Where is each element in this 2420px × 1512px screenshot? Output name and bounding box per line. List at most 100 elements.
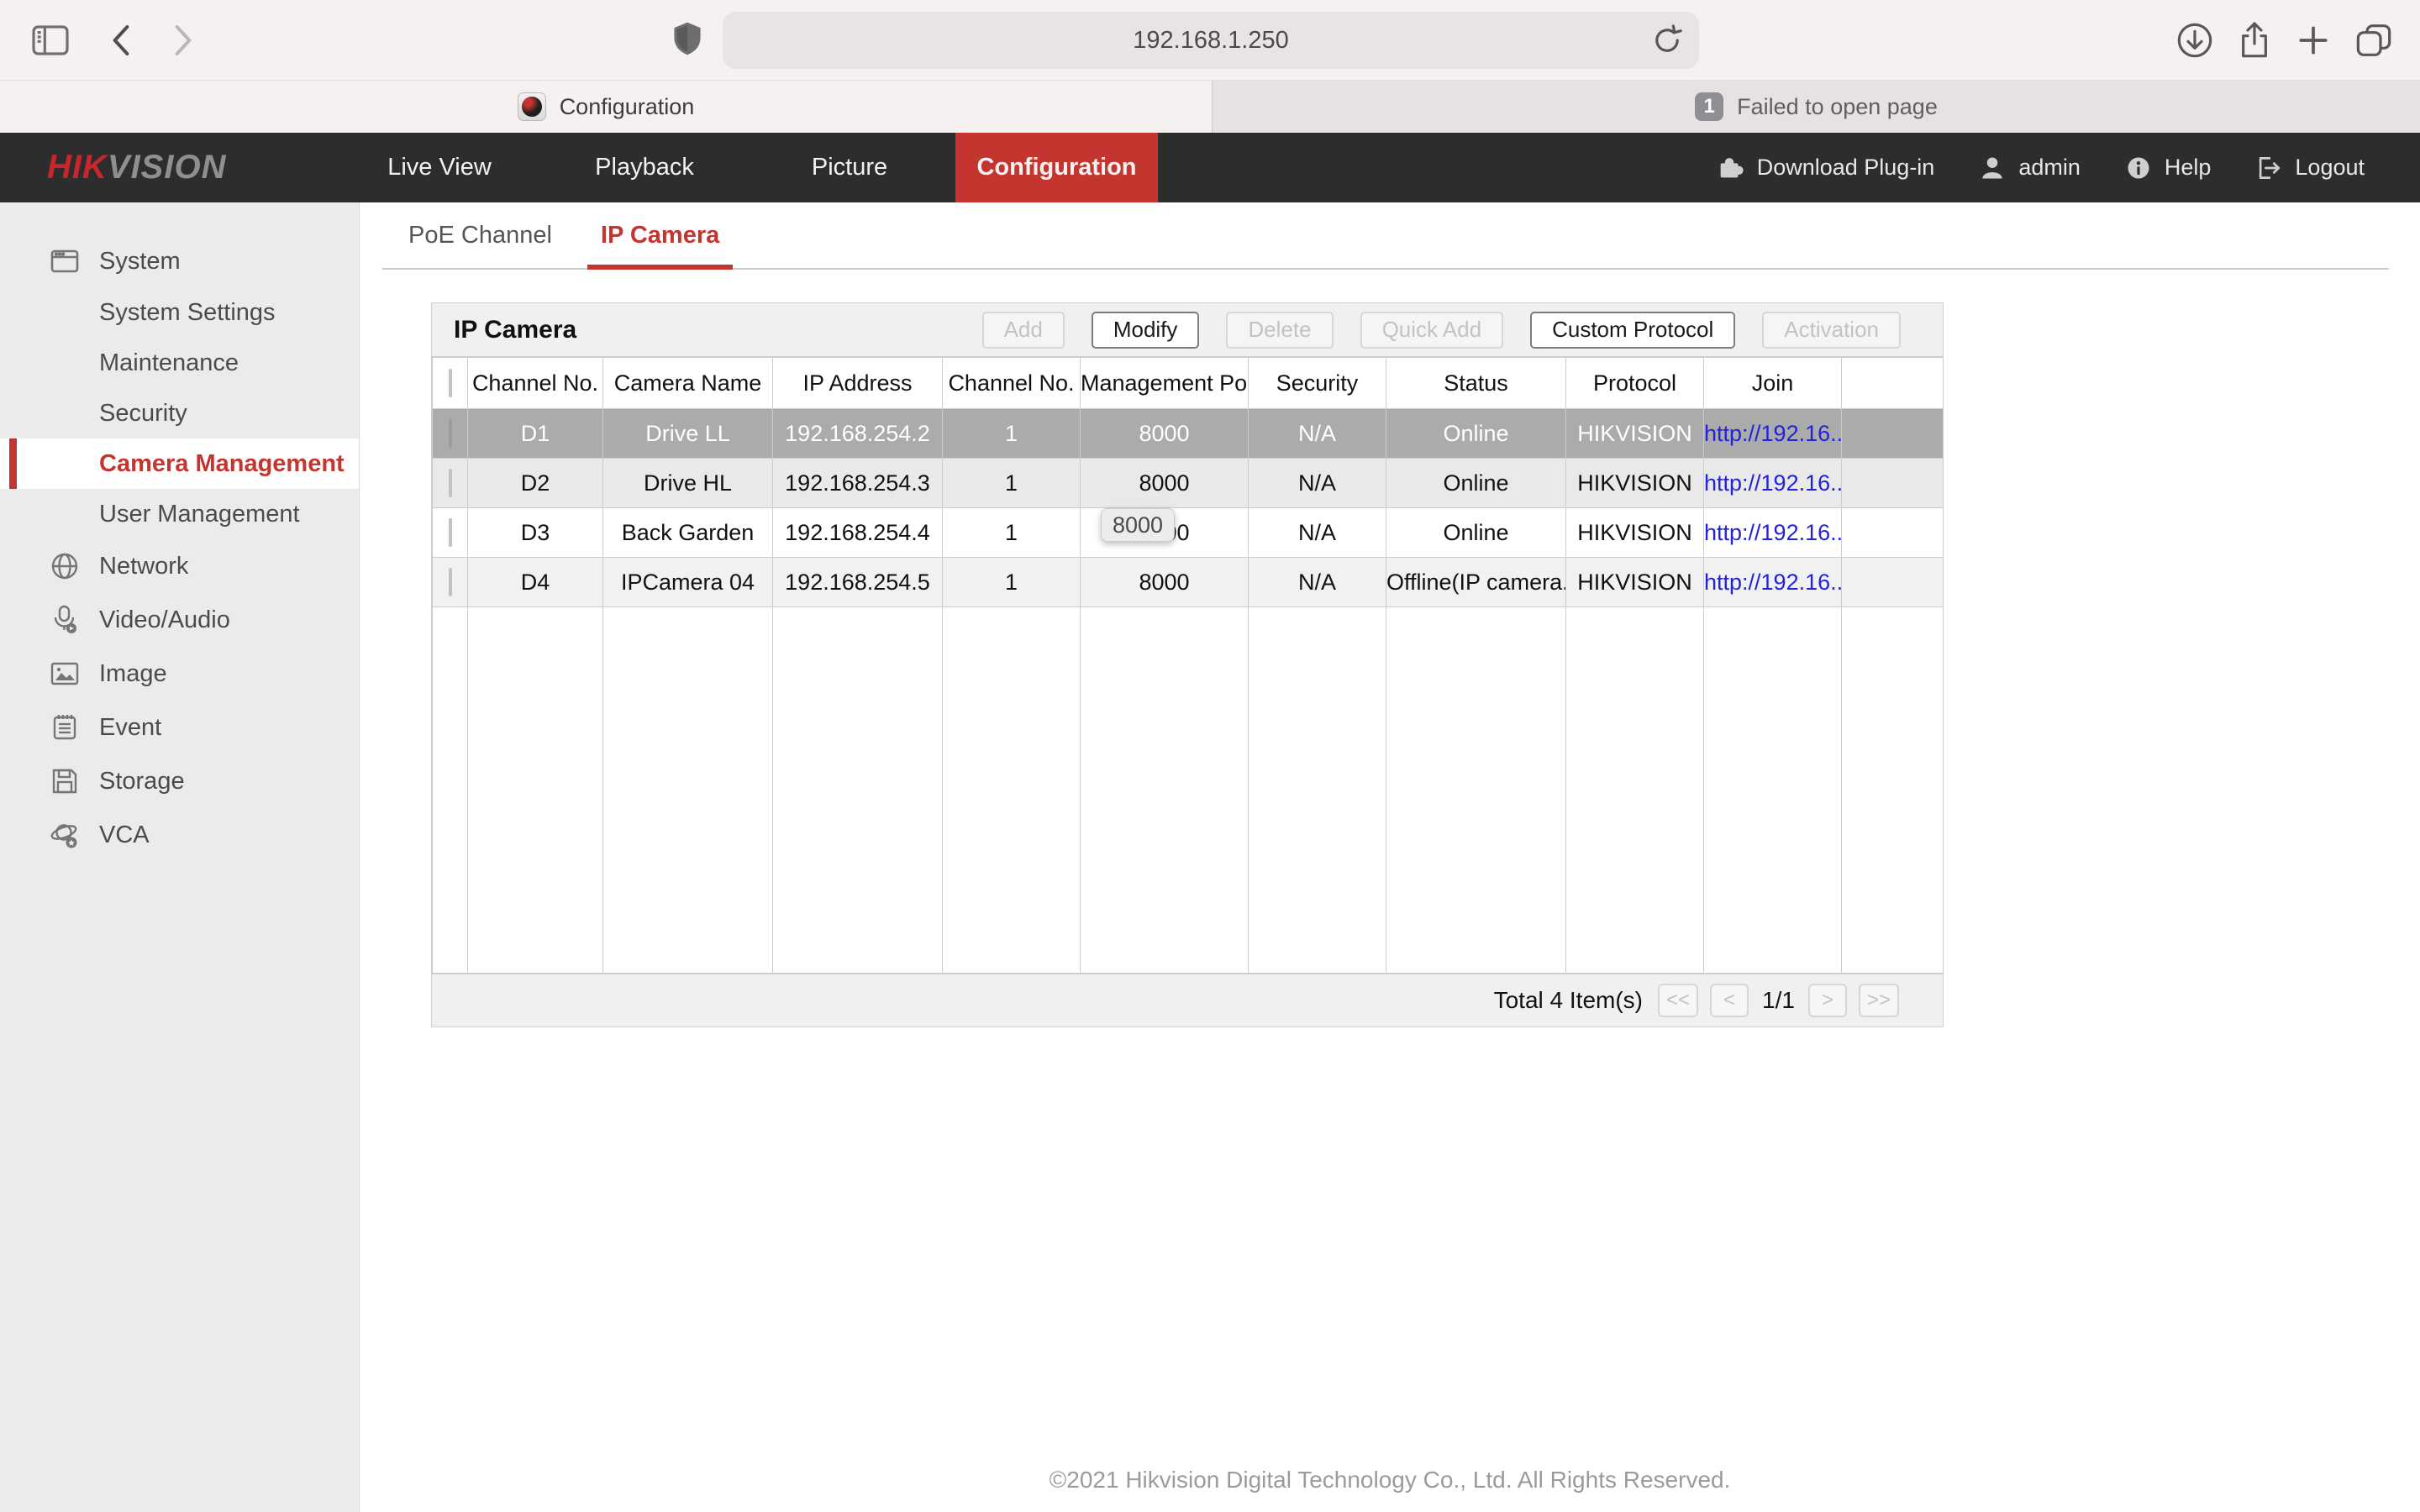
share-icon[interactable] bbox=[2234, 20, 2275, 60]
sidebar: System System Settings Maintenance Secur… bbox=[0, 202, 360, 1512]
video-audio-icon bbox=[49, 604, 81, 636]
sidebar-item-maintenance[interactable]: Maintenance bbox=[0, 338, 359, 388]
active-tab-underline bbox=[587, 265, 734, 270]
logout[interactable]: Logout bbox=[2254, 154, 2365, 182]
hikvision-favicon bbox=[517, 92, 546, 121]
hikvision-logo: HIK VISION bbox=[47, 149, 227, 186]
info-icon bbox=[2128, 156, 2149, 179]
row-checkbox[interactable] bbox=[448, 567, 452, 596]
delete-button[interactable]: Delete bbox=[1226, 311, 1334, 349]
system-icon bbox=[49, 245, 81, 277]
nav-playback[interactable]: Playback bbox=[542, 133, 747, 202]
join-link[interactable]: http://192.16... bbox=[1705, 470, 1841, 496]
image-icon bbox=[49, 658, 81, 690]
col-protocol: Protocol bbox=[1565, 357, 1704, 409]
prev-page-button[interactable]: < bbox=[1710, 984, 1749, 1017]
col-join: Join bbox=[1703, 357, 1842, 409]
col-status: Status bbox=[1386, 357, 1566, 409]
browser-toolbar: 192.168.1.250 bbox=[0, 0, 2420, 81]
content-area: PoE Channel IP Camera IP Camera Add Modi… bbox=[360, 202, 2420, 1512]
tab-overview-icon[interactable] bbox=[2354, 20, 2394, 60]
join-link[interactable]: http://192.16... bbox=[1705, 520, 1841, 545]
browser-tab-strip: Configuration 1 Failed to open page bbox=[0, 81, 2420, 133]
forward-icon[interactable] bbox=[161, 20, 202, 60]
next-page-button[interactable]: > bbox=[1807, 984, 1847, 1017]
table-row[interactable]: D1 Drive LL 192.168.254.2 1 8000 N/A Onl… bbox=[432, 408, 1944, 459]
custom-protocol-button[interactable]: Custom Protocol bbox=[1530, 311, 1736, 349]
url-text: 192.168.1.250 bbox=[1133, 26, 1289, 54]
utility-menu: Download Plug-in admin Help Logout bbox=[1715, 133, 2420, 202]
quick-add-button[interactable]: Quick Add bbox=[1360, 311, 1504, 349]
col-channel-no: Channel No. bbox=[467, 357, 603, 409]
empty-table-space bbox=[432, 606, 1944, 974]
user-admin[interactable]: admin bbox=[1978, 154, 2081, 182]
activation-button[interactable]: Activation bbox=[1762, 311, 1901, 349]
ip-camera-panel: IP Camera Add Modify Delete Quick Add Cu… bbox=[431, 302, 1944, 1027]
row-checkbox[interactable] bbox=[448, 468, 452, 497]
url-bar[interactable]: 192.168.1.250 bbox=[723, 12, 1699, 69]
table-row[interactable]: D4 IPCamera 04 192.168.254.5 1 8000 N/A … bbox=[432, 557, 1944, 607]
copyright-text: ©2021 Hikvision Digital Technology Co., … bbox=[1049, 1467, 1731, 1493]
last-page-button[interactable]: >> bbox=[1858, 984, 1899, 1017]
join-link[interactable]: http://192.16... bbox=[1705, 421, 1841, 446]
privacy-shield-icon[interactable] bbox=[669, 20, 709, 60]
row-checkbox[interactable] bbox=[448, 517, 452, 547]
panel-toolbar: Add Modify Delete Quick Add Custom Proto… bbox=[981, 311, 1901, 349]
tab-label: Configuration bbox=[559, 93, 695, 119]
sidebar-item-system[interactable]: System bbox=[0, 235, 359, 287]
network-icon bbox=[49, 550, 81, 582]
col-ip-address: IP Address bbox=[772, 357, 943, 409]
table-row[interactable]: D3 Back Garden 192.168.254.4 1 8000 N/A … bbox=[432, 507, 1944, 558]
sidebar-item-event[interactable]: Event bbox=[0, 701, 359, 754]
col-security: Security bbox=[1248, 357, 1386, 409]
panel-title: IP Camera bbox=[454, 315, 577, 344]
tab-configuration[interactable]: Configuration bbox=[0, 81, 1212, 133]
modify-button[interactable]: Modify bbox=[1091, 311, 1200, 349]
sidebar-item-video-audio[interactable]: Video/Audio bbox=[0, 593, 359, 647]
port-tooltip: 8000 bbox=[1101, 508, 1175, 542]
storage-icon bbox=[49, 765, 81, 797]
add-button[interactable]: Add bbox=[981, 311, 1065, 349]
pagination-bar: Total 4 Item(s) << < 1/1 > >> bbox=[432, 974, 1943, 1026]
reload-icon[interactable] bbox=[1649, 22, 1686, 59]
tab-ip-camera[interactable]: IP Camera bbox=[587, 202, 734, 270]
logout-icon bbox=[2260, 156, 2281, 179]
select-all-cell bbox=[432, 357, 468, 409]
sidebar-item-camera-management[interactable]: Camera Management bbox=[0, 438, 359, 489]
page-indicator: 1/1 bbox=[1762, 987, 1795, 1013]
sidebar-item-vca[interactable]: VCA bbox=[0, 808, 359, 862]
nav-live-view[interactable]: Live View bbox=[337, 133, 542, 202]
vca-icon bbox=[49, 819, 81, 851]
downloads-icon[interactable] bbox=[2175, 20, 2215, 60]
row-checkbox[interactable] bbox=[448, 418, 452, 448]
new-tab-icon[interactable] bbox=[2293, 20, 2333, 60]
sidebar-item-image[interactable]: Image bbox=[0, 647, 359, 701]
table-header-row: Channel No. Camera Name IP Address Chann… bbox=[432, 357, 1944, 409]
sidebar-item-storage[interactable]: Storage bbox=[0, 754, 359, 808]
total-items-label: Total 4 Item(s) bbox=[1493, 987, 1643, 1013]
download-plugin[interactable]: Download Plug-in bbox=[1715, 153, 1934, 183]
join-link[interactable]: http://192.16... bbox=[1705, 570, 1841, 595]
active-indicator bbox=[9, 438, 17, 489]
sidebar-item-network[interactable]: Network bbox=[0, 539, 359, 593]
user-icon bbox=[1982, 156, 2002, 179]
sidebar-item-security[interactable]: Security bbox=[0, 388, 359, 438]
content-tabs: PoE Channel IP Camera bbox=[382, 202, 2389, 270]
tab-poe-channel[interactable]: PoE Channel bbox=[400, 202, 560, 268]
table-row[interactable]: D2 Drive HL 192.168.254.3 1 8000 N/A Onl… bbox=[432, 458, 1944, 508]
first-page-button[interactable]: << bbox=[1658, 984, 1699, 1017]
tab-failed-to-open[interactable]: 1 Failed to open page bbox=[1212, 81, 2420, 133]
select-all-checkbox[interactable] bbox=[448, 368, 452, 397]
back-icon[interactable] bbox=[103, 20, 143, 60]
nav-configuration[interactable]: Configuration bbox=[955, 133, 1158, 202]
camera-table: Channel No. Camera Name IP Address Chann… bbox=[432, 357, 1944, 974]
app-header: HIK VISION Live View Playback Picture Con… bbox=[0, 133, 2420, 202]
sidebar-item-user-management[interactable]: User Management bbox=[0, 489, 359, 539]
nav-picture[interactable]: Picture bbox=[747, 133, 952, 202]
panel-header: IP Camera Add Modify Delete Quick Add Cu… bbox=[432, 303, 1943, 357]
tab-label: Failed to open page bbox=[1737, 93, 1938, 119]
help[interactable]: Help bbox=[2124, 154, 2211, 182]
sidebar-toggle-icon[interactable] bbox=[30, 20, 71, 60]
sidebar-item-system-settings[interactable]: System Settings bbox=[0, 287, 359, 338]
col-camera-name: Camera Name bbox=[602, 357, 773, 409]
